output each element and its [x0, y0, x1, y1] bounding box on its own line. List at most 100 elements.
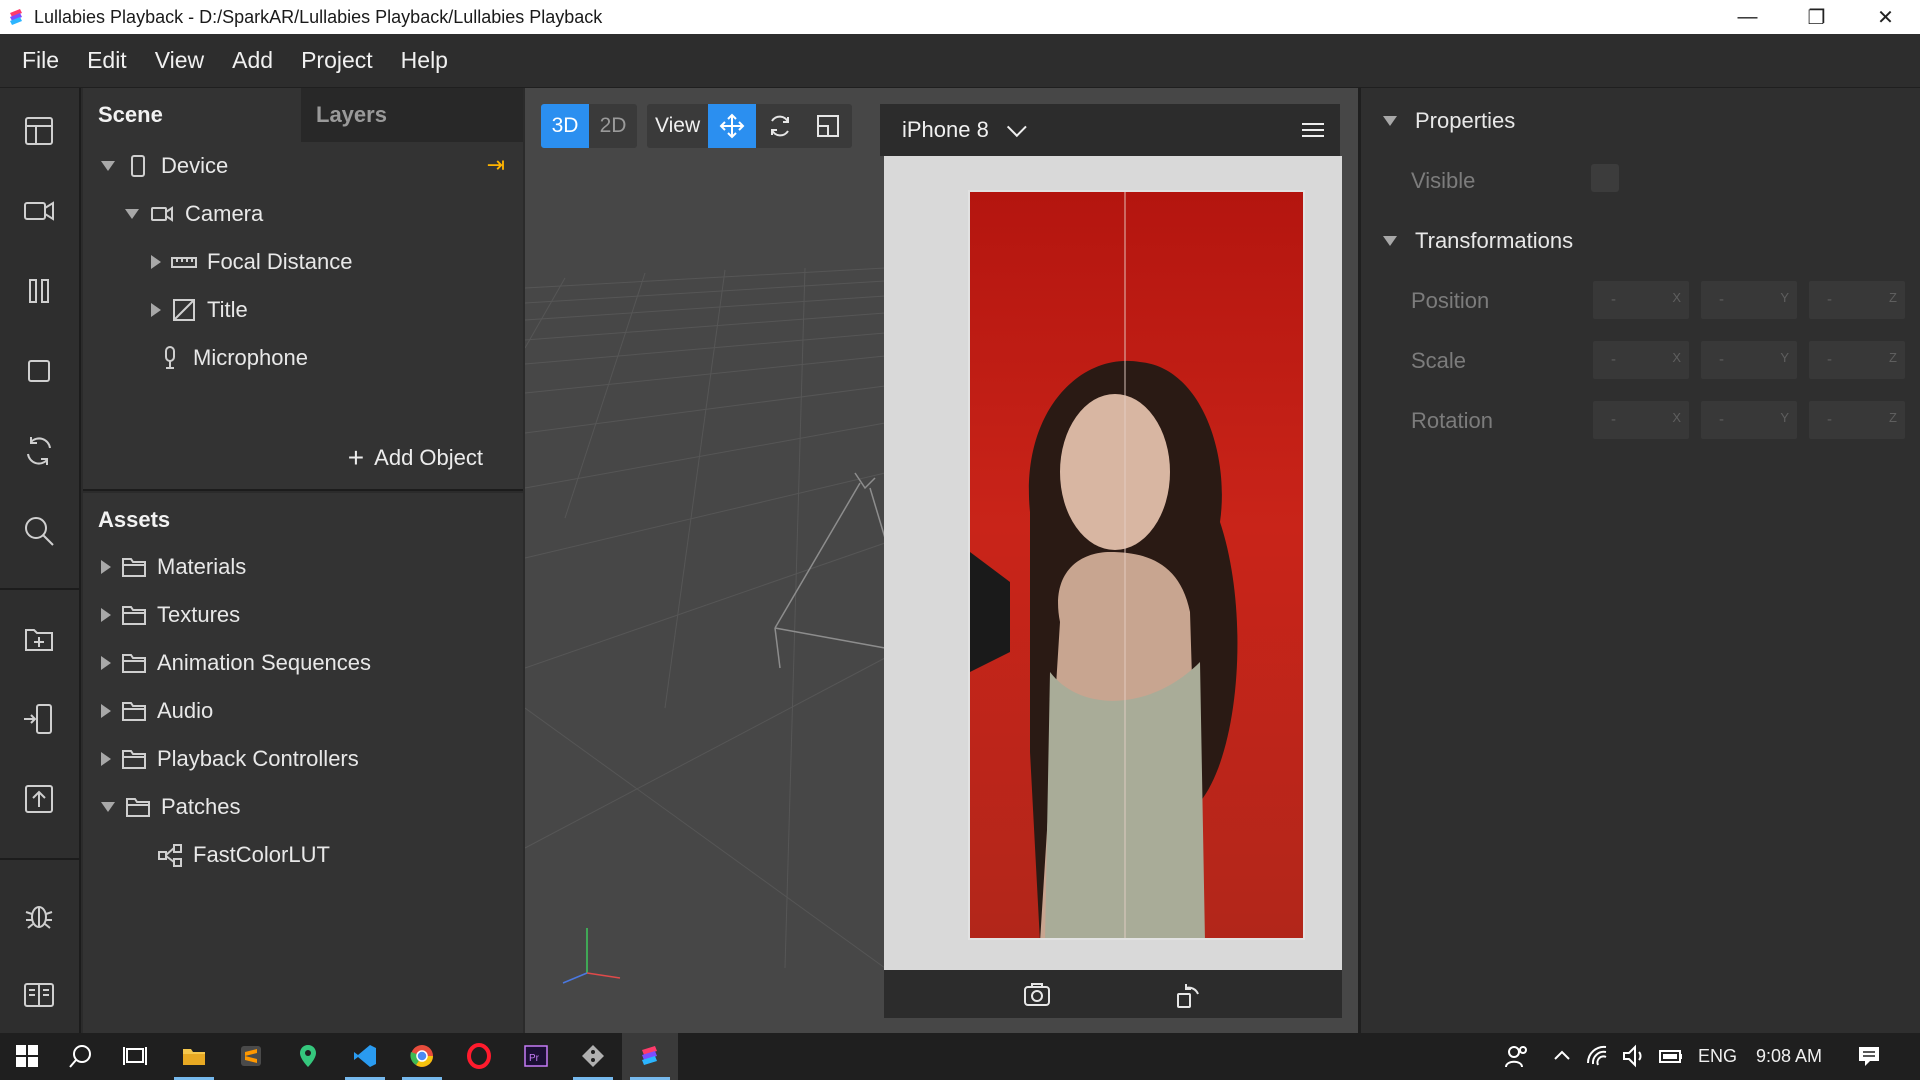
- send-to-device-icon[interactable]: [18, 698, 60, 740]
- mode-3d-button[interactable]: 3D: [541, 104, 589, 148]
- debug-bug-icon[interactable]: [18, 894, 60, 936]
- documentation-book-icon[interactable]: [18, 974, 60, 1016]
- position-y-field[interactable]: -Y: [1701, 281, 1797, 319]
- caret-right-icon[interactable]: [151, 303, 161, 317]
- menu-help[interactable]: Help: [401, 47, 448, 74]
- caret-right-icon[interactable]: [151, 255, 161, 269]
- asset-folder-audio[interactable]: Audio: [83, 691, 523, 731]
- notifications-icon[interactable]: [1852, 1039, 1886, 1073]
- view-button[interactable]: View: [647, 104, 708, 148]
- pause-icon[interactable]: [18, 270, 60, 312]
- asset-label: Playback Controllers: [157, 746, 359, 771]
- menu-edit[interactable]: Edit: [87, 47, 127, 74]
- sublime-text-icon[interactable]: [234, 1039, 268, 1073]
- wifi-icon[interactable]: [1582, 1039, 1616, 1073]
- folder-icon: [121, 602, 147, 628]
- chrome-icon[interactable]: [405, 1039, 439, 1073]
- scene-panel: Scene Layers ⇥ Device Camera Focal Dista…: [83, 88, 523, 491]
- device-selector[interactable]: iPhone 8: [902, 117, 989, 143]
- tab-scene[interactable]: Scene: [83, 88, 301, 142]
- rotate-tool-icon[interactable]: [756, 104, 804, 148]
- scale-x-field[interactable]: -X: [1593, 341, 1689, 379]
- caret-down-icon[interactable]: [101, 161, 115, 171]
- asset-patch-fastcolorlut[interactable]: FastColorLUT: [83, 835, 523, 875]
- menu-view[interactable]: View: [155, 47, 204, 74]
- upload-icon[interactable]: [18, 778, 60, 820]
- asset-folder-materials[interactable]: Materials: [83, 547, 523, 587]
- position-z-field[interactable]: -Z: [1809, 281, 1905, 319]
- simulator-footer: [884, 970, 1342, 1018]
- close-icon[interactable]: ✕: [1851, 0, 1920, 34]
- rotate-device-icon[interactable]: [1174, 980, 1204, 1010]
- layout-icon[interactable]: [18, 110, 60, 152]
- asset-folder-textures[interactable]: Textures: [83, 595, 523, 635]
- file-explorer-icon[interactable]: [177, 1039, 211, 1073]
- rotation-y-field[interactable]: -Y: [1701, 401, 1797, 439]
- tree-item-microphone[interactable]: Microphone: [83, 338, 523, 378]
- caret-right-icon[interactable]: [101, 704, 111, 718]
- caret-down-icon[interactable]: [1383, 236, 1397, 246]
- add-object-button[interactable]: + Add Object: [348, 442, 483, 474]
- scale-z-field[interactable]: -Z: [1809, 341, 1905, 379]
- menu-add[interactable]: Add: [232, 47, 273, 74]
- transformations-section-header[interactable]: Transformations: [1383, 228, 1573, 254]
- opera-icon[interactable]: [462, 1039, 496, 1073]
- rotation-z-field[interactable]: -Z: [1809, 401, 1905, 439]
- caret-right-icon[interactable]: [101, 608, 111, 622]
- git-app-icon[interactable]: [576, 1039, 610, 1073]
- premiere-pro-icon[interactable]: Pr: [519, 1039, 553, 1073]
- windows-start-icon[interactable]: [10, 1039, 44, 1073]
- caret-down-icon[interactable]: [101, 802, 115, 812]
- menu-file[interactable]: File: [22, 47, 59, 74]
- rotation-label: Rotation: [1411, 408, 1493, 433]
- caret-down-icon[interactable]: [1383, 116, 1397, 126]
- minimize-icon[interactable]: —: [1713, 0, 1782, 34]
- caret-down-icon[interactable]: [125, 209, 139, 219]
- search-icon[interactable]: [64, 1039, 98, 1073]
- move-tool-icon[interactable]: [708, 104, 757, 148]
- tree-item-focal-distance[interactable]: Focal Distance: [83, 242, 523, 282]
- screenshot-camera-icon[interactable]: [1022, 980, 1052, 1010]
- people-icon[interactable]: [1500, 1039, 1534, 1073]
- position-x-field[interactable]: -X: [1593, 281, 1689, 319]
- simulator-screen[interactable]: [884, 156, 1342, 970]
- tree-item-camera[interactable]: Camera: [83, 194, 523, 234]
- caret-right-icon[interactable]: [101, 656, 111, 670]
- asset-folder-animation-sequences[interactable]: Animation Sequences: [83, 643, 523, 683]
- tree-item-device[interactable]: Device: [83, 146, 523, 186]
- asset-folder-playback-controllers[interactable]: Playback Controllers: [83, 739, 523, 779]
- tab-layers[interactable]: Layers: [301, 88, 523, 142]
- vscode-icon[interactable]: [348, 1039, 382, 1073]
- language-indicator[interactable]: ENG: [1698, 1046, 1737, 1067]
- scale-y-field[interactable]: -Y: [1701, 341, 1797, 379]
- caret-right-icon[interactable]: [101, 752, 111, 766]
- asset-folder-patches[interactable]: Patches: [83, 787, 523, 827]
- map-pin-app-icon[interactable]: [291, 1039, 325, 1073]
- clock[interactable]: 9:08 AM: [1756, 1046, 1822, 1067]
- spark-ar-app-icon[interactable]: [633, 1039, 667, 1073]
- volume-icon[interactable]: [1617, 1039, 1651, 1073]
- search-icon[interactable]: [18, 510, 60, 552]
- asset-label: Materials: [157, 554, 247, 579]
- stop-icon[interactable]: [18, 350, 60, 392]
- tree-item-title[interactable]: Title: [83, 290, 523, 330]
- video-camera-icon[interactable]: [18, 190, 60, 232]
- visible-checkbox[interactable]: [1591, 164, 1619, 192]
- add-folder-icon[interactable]: [18, 618, 60, 660]
- refresh-icon[interactable]: [18, 430, 60, 472]
- chevron-down-icon[interactable]: [1006, 117, 1027, 138]
- rail-divider: [0, 588, 81, 590]
- microphone-icon: [157, 345, 183, 371]
- battery-icon[interactable]: [1654, 1039, 1688, 1073]
- caret-right-icon[interactable]: [101, 560, 111, 574]
- menu-icon[interactable]: [1302, 119, 1324, 139]
- task-view-icon[interactable]: [118, 1039, 152, 1073]
- window-title: Lullabies Playback - D:/SparkAR/Lullabie…: [34, 6, 603, 27]
- chevron-up-icon[interactable]: [1545, 1039, 1579, 1073]
- menu-project[interactable]: Project: [301, 47, 373, 74]
- restore-icon[interactable]: ❐: [1782, 0, 1851, 34]
- properties-section-header[interactable]: Properties: [1383, 108, 1515, 134]
- mode-2d-button[interactable]: 2D: [589, 104, 637, 148]
- rotation-x-field[interactable]: -X: [1593, 401, 1689, 439]
- scale-tool-icon[interactable]: [804, 104, 852, 148]
